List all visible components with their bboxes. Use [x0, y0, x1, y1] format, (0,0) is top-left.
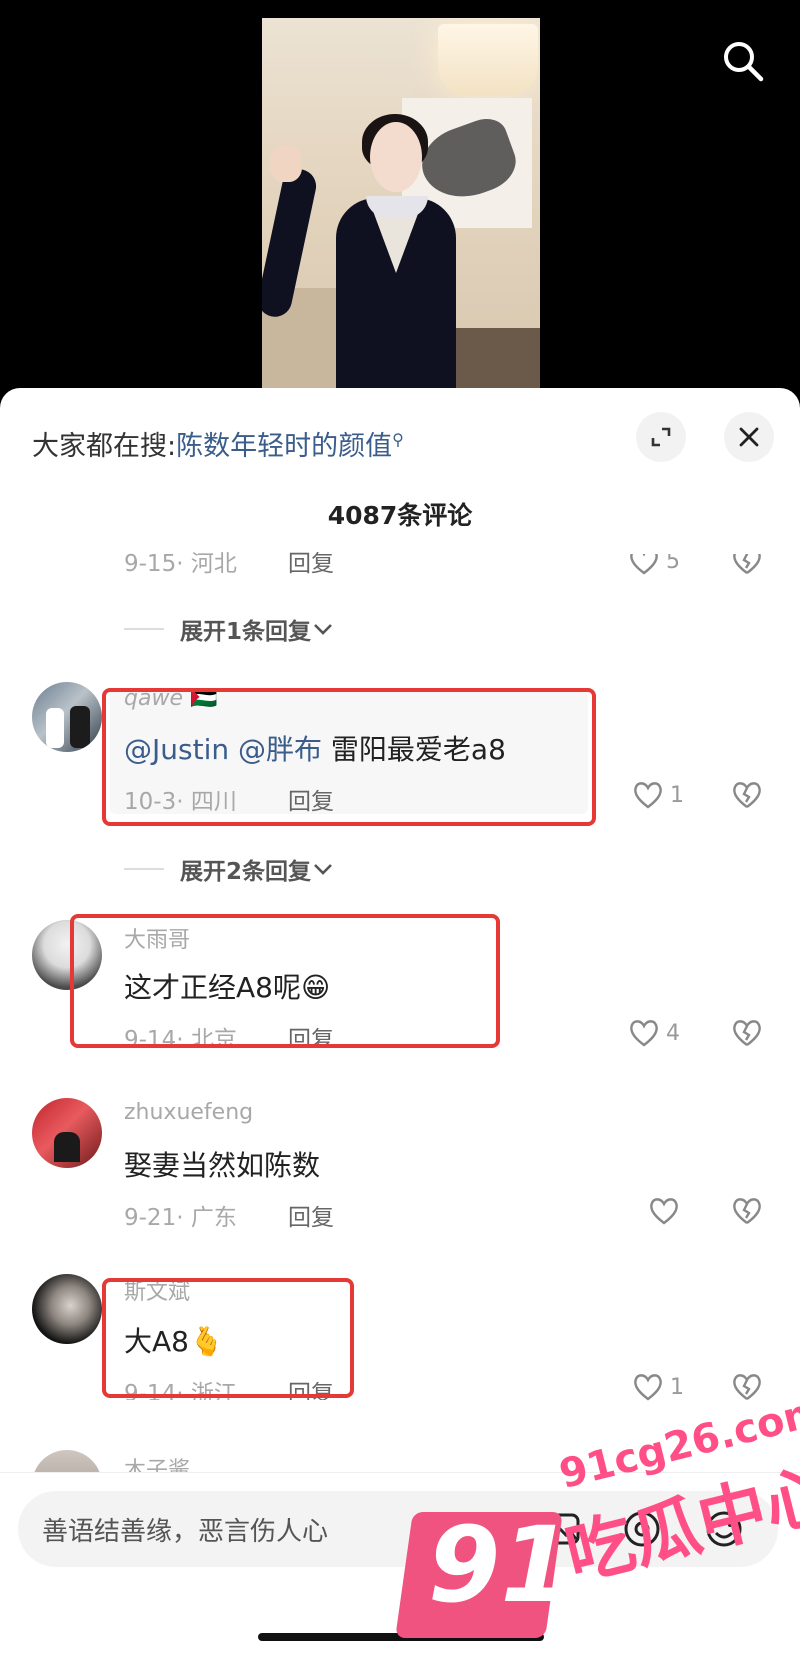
- like-button[interactable]: [648, 1196, 686, 1226]
- comment-username[interactable]: zhuxuefeng: [124, 1100, 253, 1125]
- search-suggestion[interactable]: 大家都在搜:陈数年轻时的颜值⚲: [32, 424, 404, 463]
- dislike-button[interactable]: [730, 1018, 764, 1052]
- search-suggest-icon: ⚲: [392, 430, 404, 449]
- expand-icon: [651, 427, 671, 447]
- like-count: 4: [666, 1020, 680, 1046]
- comment-meta: 9-21· 广东: [124, 1205, 237, 1231]
- dislike-button[interactable]: [730, 780, 764, 814]
- close-button[interactable]: [724, 412, 774, 462]
- video-player[interactable]: [0, 0, 800, 400]
- search-suggestion-prefix: 大家都在搜:: [32, 431, 177, 462]
- broken-heart-icon: [733, 1374, 761, 1400]
- heart-icon: [634, 782, 662, 809]
- expand-replies-label: 展开2条回复: [180, 859, 312, 885]
- comment-count: 4087条评论: [327, 501, 473, 530]
- broken-heart-icon: [733, 1020, 761, 1046]
- close-icon: [739, 427, 759, 447]
- highlight-box: [102, 688, 596, 826]
- dislike-button[interactable]: [730, 1372, 764, 1406]
- like-count: 1: [670, 1374, 684, 1400]
- expand-replies-label: 展开1条回复: [180, 619, 312, 645]
- chevron-down-icon: [314, 864, 332, 875]
- search-suggestion-keyword[interactable]: 陈数年轻时的颜值: [176, 431, 392, 462]
- like-button[interactable]: 1: [632, 780, 684, 810]
- highlight-box: [70, 914, 500, 1048]
- like-button[interactable]: 4: [628, 1018, 680, 1048]
- avatar[interactable]: [32, 1098, 102, 1168]
- video-thumbnail[interactable]: [262, 18, 540, 400]
- like-button[interactable]: 1: [632, 1372, 684, 1402]
- heart-icon: [634, 1374, 662, 1401]
- expand-replies-button[interactable]: 展开1条回复: [124, 612, 335, 646]
- search-button[interactable]: [716, 34, 770, 88]
- comment-input-placeholder[interactable]: 善语结善缘，恶言伤人心: [42, 1511, 328, 1548]
- dislike-button[interactable]: [730, 1196, 764, 1230]
- avatar[interactable]: [32, 1274, 102, 1344]
- broken-heart-icon: [733, 1198, 761, 1224]
- comment-text: 娶妻当然如陈数: [124, 1149, 321, 1182]
- expand-sheet-button[interactable]: [636, 412, 686, 462]
- like-count: 1: [670, 782, 684, 808]
- search-icon: [724, 42, 764, 82]
- watermark-logo: 91: [428, 1504, 573, 1626]
- reply-button[interactable]: 回复: [288, 1198, 334, 1232]
- avatar[interactable]: [32, 682, 102, 752]
- expand-replies-button[interactable]: 展开2条回复: [124, 852, 335, 886]
- chevron-down-icon: [314, 624, 332, 635]
- broken-heart-icon: [733, 782, 761, 808]
- heart-icon: [630, 1020, 658, 1047]
- heart-icon: [650, 1198, 678, 1225]
- highlight-box: [102, 1278, 354, 1398]
